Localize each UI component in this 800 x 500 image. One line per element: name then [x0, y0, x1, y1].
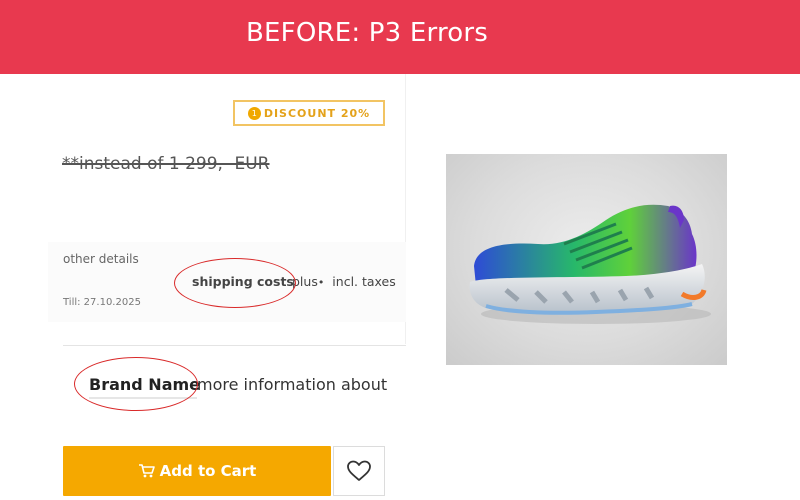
discount-icon: 1: [247, 106, 261, 120]
sneaker-image: [446, 154, 727, 365]
brand-more-info: more information about: [197, 375, 388, 394]
bullet-separator: •: [317, 276, 325, 289]
wishlist-button[interactable]: [333, 446, 385, 496]
add-to-cart-button[interactable]: Add to Cart: [63, 446, 331, 496]
header-banner: BEFORE: P3 Errors: [0, 0, 800, 74]
old-price: **instead of 1 299,- EUR: [62, 154, 270, 174]
section-divider: [63, 345, 406, 346]
taxes-label: incl. taxes: [332, 274, 396, 289]
other-details-label: other details: [63, 252, 139, 266]
discount-badge: 1 DISCOUNT 20%: [233, 100, 385, 126]
discount-label: DISCOUNT 20%: [263, 106, 371, 120]
error-annotation-circle: [74, 357, 198, 411]
heart-icon: [347, 460, 371, 481]
cart-icon: [138, 464, 155, 478]
shipping-note: plus• incl. taxes: [292, 274, 396, 289]
till-date: Till: 27.10.2025: [63, 297, 141, 308]
banner-title: BEFORE: P3 Errors: [246, 18, 489, 48]
error-annotation-circle: [174, 258, 296, 308]
add-to-cart-label: Add to Cart: [159, 462, 257, 480]
